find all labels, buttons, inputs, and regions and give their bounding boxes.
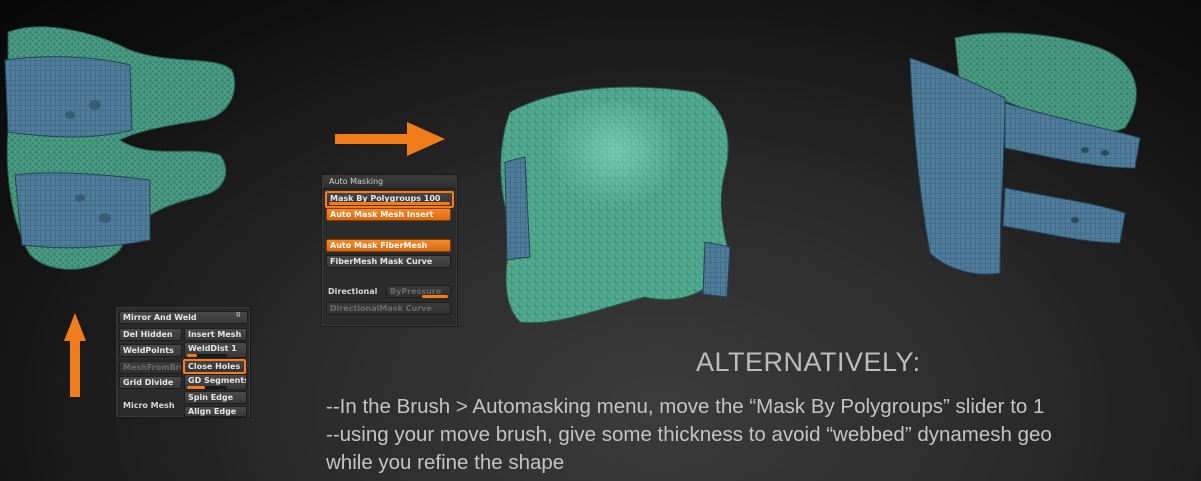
instruction-line-1: --In the Brush > Automasking menu, move … (326, 395, 1045, 418)
insert-mesh-button[interactable]: Insert Mesh (184, 328, 247, 341)
directional-mask-curve-button[interactable]: DirectionalMask Curve (326, 302, 451, 315)
center-mesh-illustration (500, 86, 731, 324)
left-mesh-illustration (4, 26, 236, 270)
gd-segments-slider[interactable]: GD Segments (184, 374, 247, 390)
micro-mesh-button[interactable]: Micro Mesh (123, 401, 175, 410)
auto-mask-mesh-insert-button[interactable]: Auto Mask Mesh Insert (326, 208, 451, 221)
gd-segments-label: GD Segments (188, 376, 247, 385)
directional-label[interactable]: Directional (328, 287, 377, 296)
arrow-up-icon (64, 313, 86, 397)
mirror-and-weld-button[interactable]: Mirror And Weld ⠿ (119, 311, 248, 324)
welddist-label: WeldDist (188, 344, 232, 353)
gd-segments-fill (187, 386, 205, 389)
headline: ALTERNATIVELY: (696, 347, 921, 377)
auto-masking-panel: Auto Masking Mask By Polygroups 100 Auto… (321, 174, 458, 327)
close-holes-button[interactable]: Close Holes (183, 359, 246, 374)
instruction-line-3: while you refine the shape (326, 451, 565, 474)
mirror-and-weld-panel: Mirror And Weld ⠿ Del Hidden Insert Mesh… (115, 306, 251, 418)
mirror-and-weld-label: Mirror And Weld (123, 313, 197, 322)
right-mesh-illustration (909, 32, 1141, 275)
spin-edge-button[interactable]: Spin Edge (184, 391, 247, 404)
weldpoints-button[interactable]: WeldPoints (119, 344, 182, 357)
mask-by-polygroups-fill (329, 202, 450, 205)
grid-divide-button[interactable]: Grid Divide (119, 376, 182, 389)
welddist-track (187, 354, 227, 357)
mask-by-polygroups-slider[interactable]: Mask By Polygroups 100 (325, 191, 454, 208)
fibermesh-mask-curve-button[interactable]: FiberMesh Mask Curve (326, 255, 451, 268)
bypressure-track (422, 295, 448, 298)
gd-segments-track (187, 386, 227, 389)
mask-by-polygroups-track (329, 202, 450, 205)
auto-masking-title[interactable]: Auto Masking (323, 176, 456, 189)
meshfrombrush-button[interactable]: MeshFromBrush (119, 361, 182, 374)
auto-mask-fibermesh-button[interactable]: Auto Mask FiberMesh (326, 239, 451, 252)
welddist-value: 1 (231, 344, 237, 353)
welddist-slider[interactable]: WeldDist 1 (184, 342, 247, 358)
mirror-weld-axis-icon: ⠿ (235, 311, 241, 319)
welddist-fill (187, 354, 197, 357)
del-hidden-button[interactable]: Del Hidden (119, 328, 182, 341)
bypressure-fill (422, 295, 448, 298)
arrow-right-icon (335, 122, 445, 156)
instruction-line-2: --using your move brush, give some thick… (326, 423, 1052, 446)
align-edge-button[interactable]: Align Edge (184, 406, 247, 417)
